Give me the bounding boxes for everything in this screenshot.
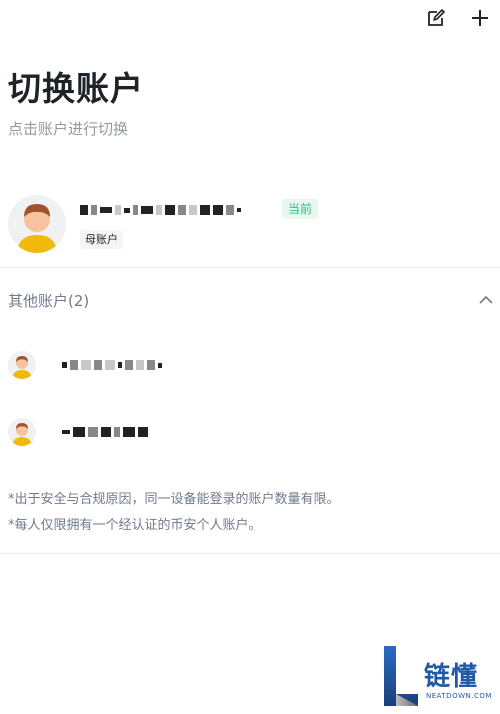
account-name-masked bbox=[62, 425, 148, 439]
divider bbox=[0, 553, 500, 554]
other-accounts-title: 其他账户(2) bbox=[8, 292, 90, 310]
avatar bbox=[8, 351, 36, 379]
chevron-up-icon[interactable] bbox=[478, 292, 494, 308]
other-accounts-header[interactable]: 其他账户(2) bbox=[8, 290, 494, 310]
parent-account-tag: 母账户 bbox=[80, 230, 123, 249]
current-badge: 当前 bbox=[282, 199, 319, 219]
watermark-text: 链懂 bbox=[424, 662, 479, 692]
watermark-logo: 链懂 NEATDOWN.COM bbox=[382, 644, 494, 708]
top-bar bbox=[424, 6, 492, 30]
note-item: *每人仅限拥有一个经认证的币安个人账户。 bbox=[8, 518, 262, 533]
other-account-item[interactable] bbox=[0, 351, 500, 383]
account-name-masked bbox=[62, 358, 162, 372]
divider bbox=[0, 267, 500, 268]
watermark-l-icon bbox=[384, 646, 418, 706]
add-account-icon[interactable] bbox=[468, 6, 492, 30]
avatar bbox=[8, 418, 36, 446]
avatar bbox=[8, 195, 66, 253]
page-title: 切换账户 bbox=[8, 69, 144, 108]
note-item: *出于安全与合规原因，同一设备能登录的账户数量有限。 bbox=[8, 492, 340, 507]
watermark-subtext: NEATDOWN.COM bbox=[426, 692, 492, 700]
edit-icon[interactable] bbox=[424, 6, 448, 30]
notes: *出于安全与合规原因，同一设备能登录的账户数量有限。 *每人仅限拥有一个经认证的… bbox=[8, 487, 340, 539]
other-account-item[interactable] bbox=[0, 418, 500, 450]
account-name-masked bbox=[80, 202, 276, 218]
page-subtitle: 点击账户进行切换 bbox=[8, 120, 129, 138]
current-account-row[interactable]: 当前 母账户 bbox=[0, 190, 500, 260]
